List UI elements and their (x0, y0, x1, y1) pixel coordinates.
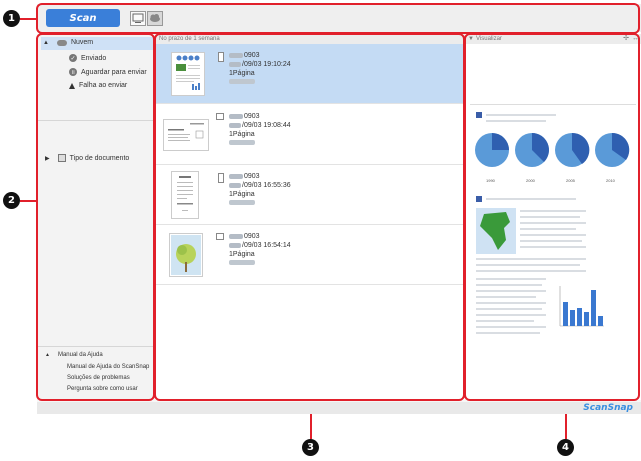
callout-frame-sidebar (36, 33, 155, 401)
callout-frame-list (154, 33, 465, 401)
callout-1: 1 (3, 10, 20, 27)
scansnap-logo: ScanSnap (583, 403, 633, 413)
callout-4: 4 (557, 439, 574, 456)
status-bar: ScanSnap (37, 402, 641, 414)
callout-frame-preview (464, 33, 640, 401)
callout-3: 3 (302, 439, 319, 456)
callout-frame-toolbar (36, 3, 640, 34)
callout-1-leader (20, 18, 37, 20)
callout-2-leader (20, 200, 37, 202)
callout-2: 2 (3, 192, 20, 209)
